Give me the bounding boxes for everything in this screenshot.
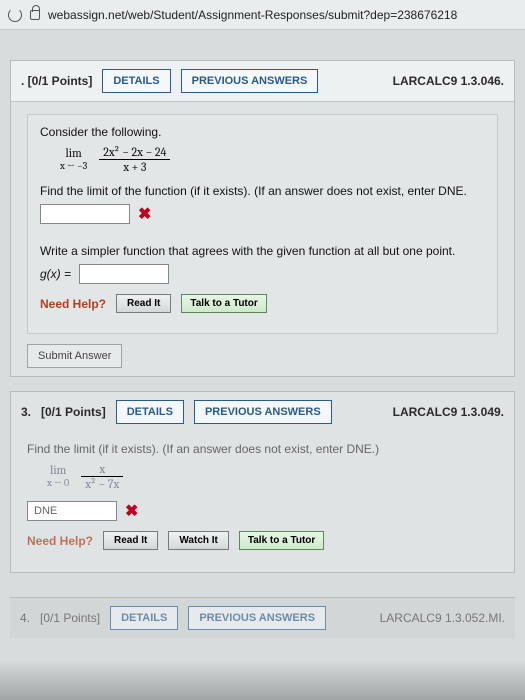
q2-answer-row-2: g(x) = [40, 264, 485, 284]
watch-it-button[interactable]: Watch It [168, 531, 229, 550]
q3-answer-row: DNE ✖ [27, 501, 498, 521]
fraction-denominator: x² − 7x [81, 477, 123, 491]
q3-need-help: Need Help? Read It Watch It Talk to a Tu… [27, 531, 498, 550]
fraction-numerator: x [95, 462, 109, 476]
q2-number-prefix: . [21, 74, 28, 88]
q4-reference: LARCALC9 1.3.052.MI. [380, 611, 505, 625]
reload-icon[interactable] [8, 8, 22, 22]
g-of-x-label: g(x) = [40, 267, 71, 281]
q3-body: Find the limit (if it exists). (If an an… [11, 432, 514, 572]
q2-prompt-1: Find the limit of the function (if it ex… [40, 184, 485, 198]
need-help-label: Need Help? [40, 297, 106, 311]
q2-body: Consider the following. lim x → −3 2x² −… [11, 102, 514, 376]
q4-number: 4. [20, 611, 30, 625]
limit-symbol: lim x → 0 [47, 464, 69, 488]
q2-limit-input[interactable] [40, 204, 130, 224]
q4-points: [0/1 Points] [40, 611, 100, 625]
q3-points: [0/1 Points] [41, 405, 106, 419]
details-button[interactable]: DETAILS [116, 400, 184, 424]
previous-answers-button[interactable]: PREVIOUS ANSWERS [188, 606, 326, 630]
question-3-header: 3. [0/1 Points] DETAILS PREVIOUS ANSWERS… [11, 392, 514, 432]
incorrect-icon: ✖ [138, 204, 151, 224]
q3-number: 3. [21, 405, 31, 419]
q2-answer-row-1: ✖ [40, 204, 485, 224]
fraction: 2x² − 2x − 24 x + 3 [99, 145, 170, 174]
previous-answers-button[interactable]: PREVIOUS ANSWERS [194, 400, 332, 424]
details-button[interactable]: DETAILS [102, 69, 170, 93]
address-bar: webassign.net/web/Student/Assignment-Res… [0, 0, 525, 30]
read-it-button[interactable]: Read It [103, 531, 158, 550]
q2-points: . [0/1 Points] [21, 74, 92, 88]
q2-prompt-2: Write a simpler function that agrees wit… [40, 244, 485, 258]
lim-word: lim [50, 464, 66, 477]
details-button[interactable]: DETAILS [110, 606, 178, 630]
q2-content-panel: Consider the following. lim x → −3 2x² −… [27, 114, 498, 334]
q2-intro: Consider the following. [40, 125, 485, 139]
url-text: webassign.net/web/Student/Assignment-Res… [48, 8, 457, 22]
question-4-header: 4. [0/1 Points] DETAILS PREVIOUS ANSWERS… [10, 597, 515, 638]
q2-reference: LARCALC9 1.3.046. [393, 74, 504, 88]
q3-answer-value: DNE [34, 505, 57, 517]
question-2-header: . [0/1 Points] DETAILS PREVIOUS ANSWERS … [11, 61, 514, 102]
q2-expression: lim x → −3 2x² − 2x − 24 x + 3 [60, 145, 485, 174]
incorrect-icon: ✖ [125, 501, 138, 521]
talk-to-tutor-button[interactable]: Talk to a Tutor [181, 294, 266, 313]
q3-reference: LARCALC9 1.3.049. [393, 405, 504, 419]
question-2: . [0/1 Points] DETAILS PREVIOUS ANSWERS … [10, 60, 515, 377]
read-it-button[interactable]: Read It [116, 294, 171, 313]
lock-icon [30, 10, 40, 20]
q3-answer-box[interactable]: DNE [27, 501, 117, 521]
need-help-label: Need Help? [27, 534, 93, 548]
q3-prompt: Find the limit (if it exists). (If an an… [27, 442, 498, 456]
q2-need-help: Need Help? Read It Talk to a Tutor [40, 294, 485, 313]
previous-answers-button[interactable]: PREVIOUS ANSWERS [181, 69, 319, 93]
lim-word: lim [65, 147, 81, 160]
q2-points-text: [0/1 Points] [28, 74, 93, 88]
fraction-denominator: x + 3 [119, 160, 150, 174]
limit-symbol: lim x → −3 [60, 147, 87, 171]
fraction: x x² − 7x [81, 462, 123, 491]
submit-answer-button[interactable]: Submit Answer [27, 344, 122, 368]
q2-gx-input[interactable] [79, 264, 169, 284]
q3-expression: lim x → 0 x x² − 7x [47, 462, 498, 491]
talk-to-tutor-button[interactable]: Talk to a Tutor [239, 531, 324, 550]
question-3: 3. [0/1 Points] DETAILS PREVIOUS ANSWERS… [10, 391, 515, 573]
fraction-numerator: 2x² − 2x − 24 [99, 145, 170, 159]
lim-sub: x → 0 [47, 478, 69, 489]
lim-sub: x → −3 [60, 161, 87, 172]
